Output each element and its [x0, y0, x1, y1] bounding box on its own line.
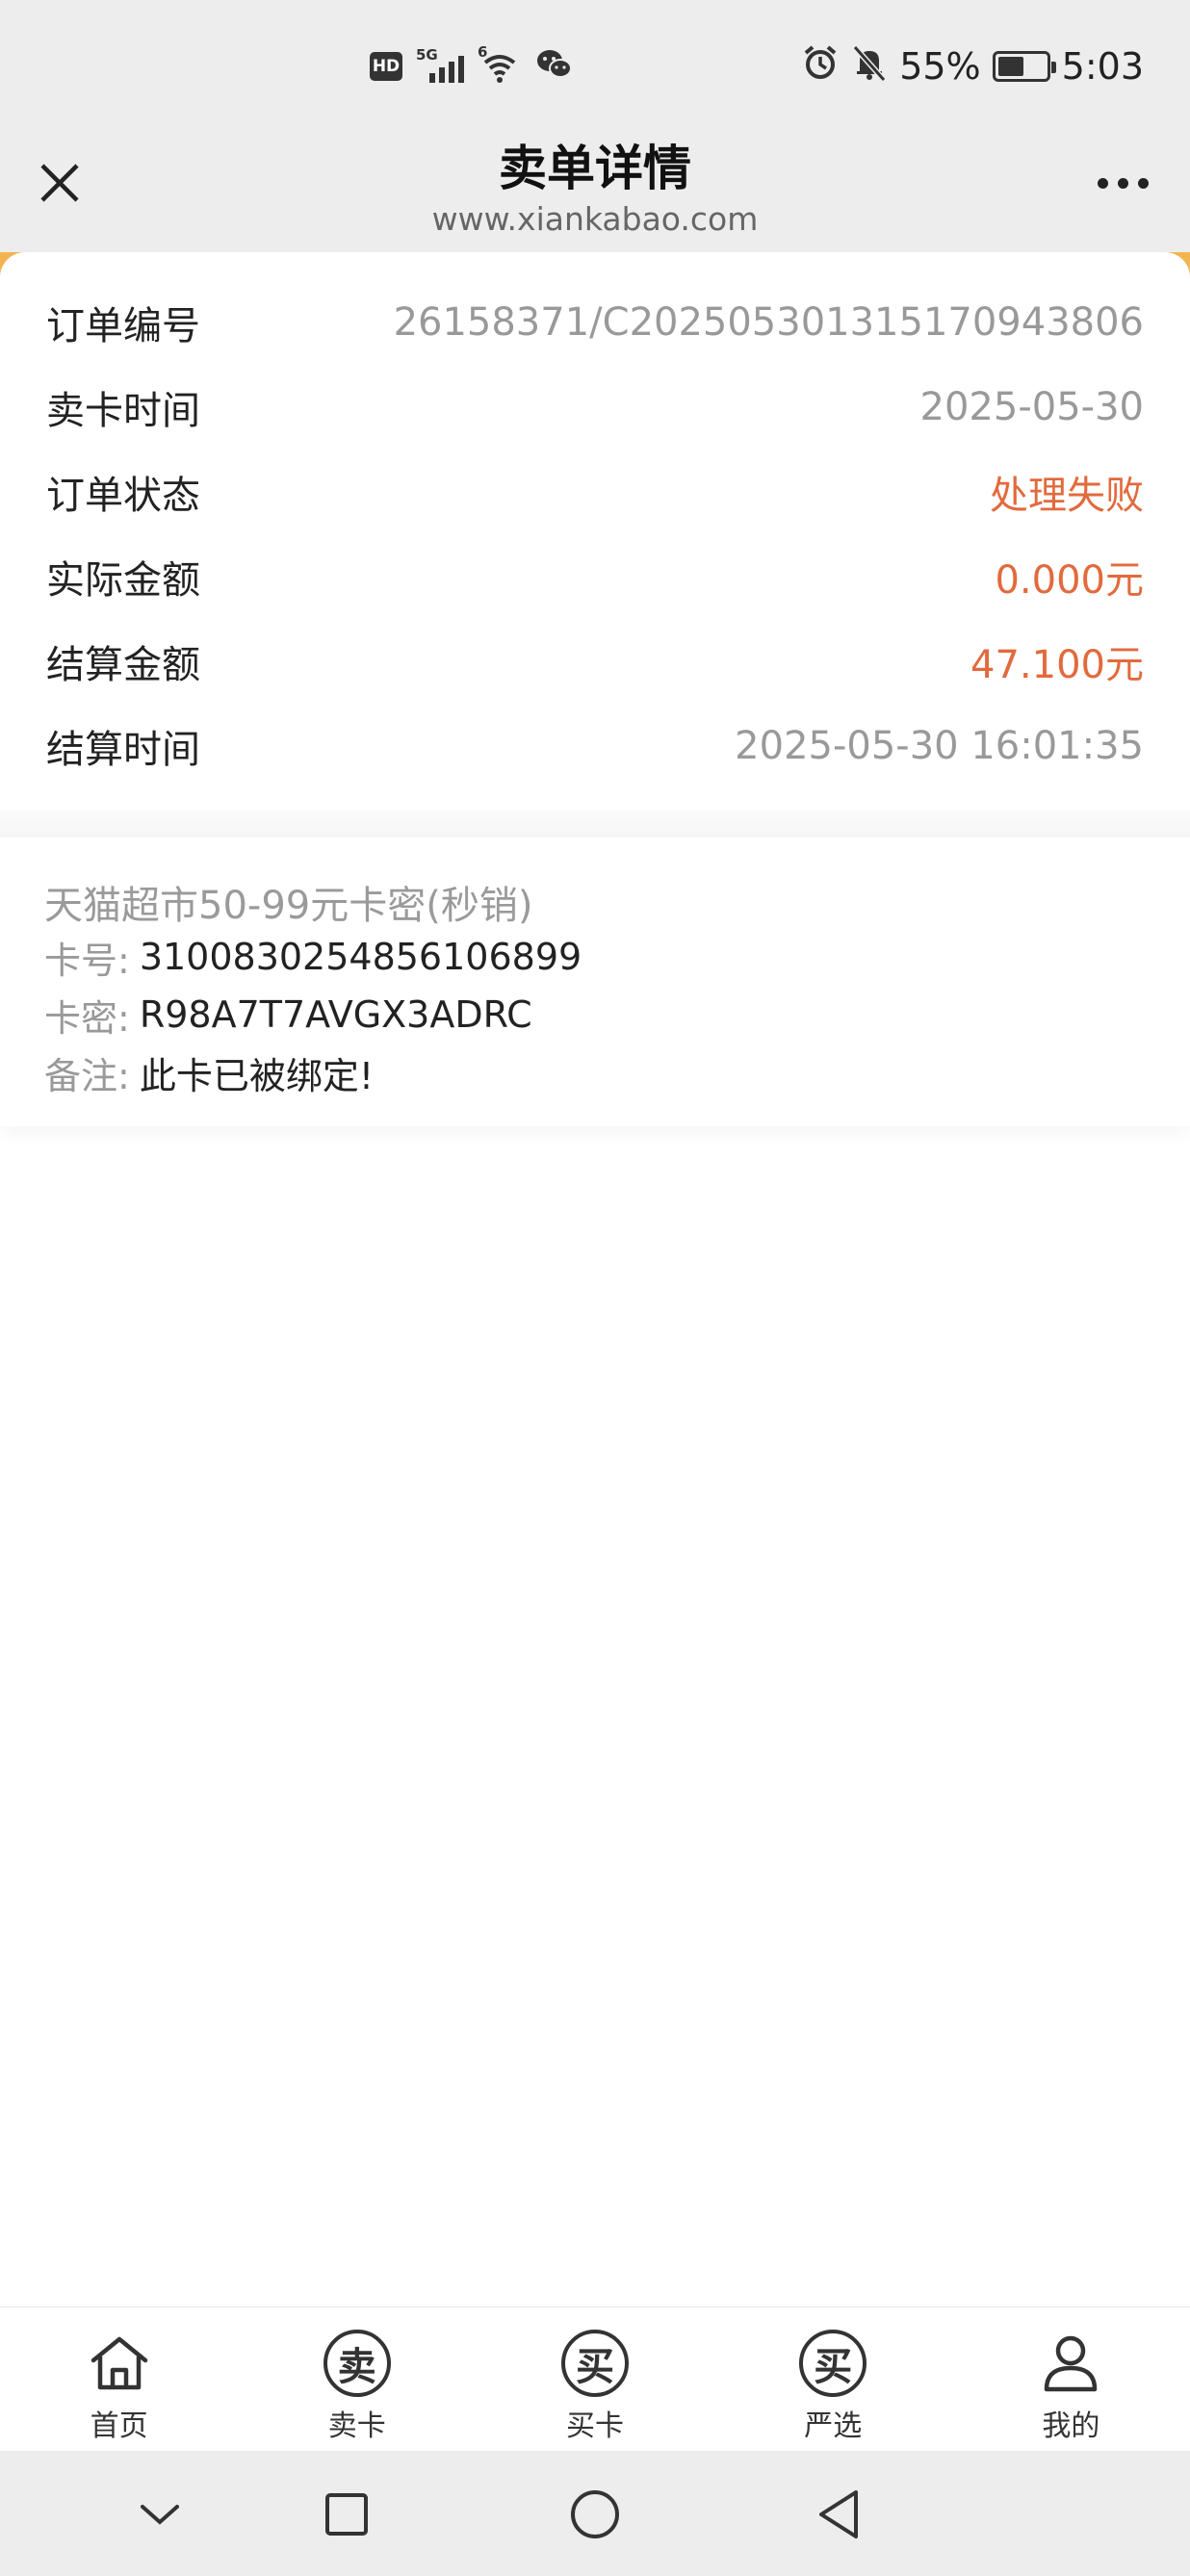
card-number-row: 卡号: 3100830254856106899 [44, 930, 582, 984]
tab-buy[interactable]: 买 买卡 [476, 2307, 713, 2451]
more-options-button[interactable] [1084, 152, 1161, 214]
settle-amount-label: 结算金额 [46, 643, 200, 687]
tab-home-label: 首页 [90, 2409, 148, 2443]
section-divider [0, 811, 1190, 837]
sell-time-value: 2025-05-30 [919, 385, 1144, 429]
tab-mine[interactable]: 我的 [952, 2307, 1190, 2451]
page-title: 卖单详情 [499, 141, 691, 196]
content-area: 订单编号 26158371/C2025053013151709438​06 卖卡… [0, 252, 1190, 2306]
page-header: 卖单详情 www.xiankabao.com [0, 135, 1190, 252]
circle-icon [571, 2490, 619, 2538]
nav-back-button[interactable] [809, 2484, 870, 2545]
system-nav-bar [0, 2451, 1190, 2576]
user-icon [1036, 2329, 1105, 2398]
tab-buy-label: 买卡 [566, 2409, 624, 2443]
settle-amount-row: 结算金额 47.100元 [46, 628, 1144, 695]
sell-time-row: 卖卡时间 2025-05-30 [46, 374, 1144, 441]
nav-recents-button[interactable] [316, 2484, 377, 2545]
home-icon [85, 2329, 154, 2398]
actual-amount-row: 实际金额 0.000元 [46, 543, 1144, 610]
select-icon: 买 [799, 2330, 867, 2397]
card-note-label: 备注: [44, 1054, 130, 1097]
tab-sell[interactable]: 卖 卖卡 [238, 2307, 476, 2451]
card-secret-row: 卡密: R98A7T7AVGX3ADRC [44, 988, 532, 1042]
order-status-value: 处理失败 [990, 474, 1144, 518]
card-info-section: 天猫超市50-99元卡密(秒销) 卡号: 3100830254856106899… [0, 837, 1190, 1126]
wifi-tag: 6 [478, 43, 488, 61]
battery-percent: 55% [899, 45, 981, 88]
tab-mine-label: 我的 [1042, 2409, 1100, 2443]
battery-icon [992, 51, 1056, 82]
square-icon [325, 2493, 368, 2536]
hd-badge: HD [370, 52, 402, 81]
actual-amount-value: 0.000元 [995, 558, 1144, 603]
screen: HD 5G 6 55% 5:03 卖单详情 www.xiankabao.com … [0, 0, 1190, 2576]
card-note-row: 备注: 此卡已被绑定! [44, 1045, 374, 1099]
order-number-row: 订单编号 26158371/C2025053013151709438​06 [46, 289, 1144, 356]
tab-home[interactable]: 首页 [0, 2307, 238, 2451]
buy-icon: 买 [561, 2330, 629, 2397]
page-url: www.xiankabao.com [431, 200, 759, 238]
actual-amount-label: 实际金额 [46, 558, 200, 603]
card-number-value[interactable]: 3100830254856106899 [140, 936, 582, 978]
card-number-label: 卡号: [44, 939, 130, 982]
sell-time-label: 卖卡时间 [46, 389, 200, 433]
nav-home-button[interactable] [564, 2484, 626, 2545]
settle-time-value: 2025-05-30 16:01:35 [735, 724, 1144, 768]
tab-select-label: 严选 [804, 2409, 863, 2443]
chevron-down-icon [141, 2505, 179, 2525]
cellular-signal-icon: 5G [416, 46, 464, 83]
alarm-icon [801, 43, 840, 90]
wechat-icon [535, 47, 574, 86]
more-icon [1097, 177, 1108, 189]
settle-time-row: 结算时间 2025-05-30 16:01:35 [46, 712, 1144, 780]
nav-down-button[interactable] [129, 2484, 191, 2545]
bottom-tab-bar: 首页 卖 卖卡 买 买卡 买 严选 我的 [0, 2306, 1190, 2451]
wifi-icon: 6 [478, 43, 522, 86]
order-status-row: 订单状态 处理失败 [46, 458, 1144, 526]
tab-select[interactable]: 买 严选 [714, 2307, 952, 2451]
settle-amount-value: 47.100元 [970, 643, 1144, 687]
status-bar: HD 5G 6 55% 5:03 [0, 0, 1190, 135]
tab-sell-label: 卖卡 [327, 2409, 386, 2443]
status-left-icons: HD 5G 6 [370, 42, 574, 90]
card-note-value: 此卡已被绑定! [139, 1054, 375, 1097]
sell-icon: 卖 [323, 2330, 391, 2397]
network-type: 5G [416, 46, 438, 64]
order-number-value: 26158371/C2025053013151709438​06 [393, 300, 1144, 345]
order-detail-card: 订单编号 26158371/C2025053013151709438​06 卖卡… [0, 252, 1190, 811]
order-status-label: 订单状态 [46, 474, 200, 518]
card-secret-label: 卡密: [44, 996, 130, 1040]
settle-time-label: 结算时间 [46, 728, 200, 772]
clock: 5:03 [1061, 45, 1144, 88]
mute-bell-icon [851, 43, 888, 90]
order-number-label: 订单编号 [46, 304, 200, 348]
card-secret-value[interactable]: R98A7T7AVGX3ADRC [140, 993, 532, 1036]
status-right-icons: 55% 5:03 [801, 42, 1144, 90]
back-triangle-icon [819, 2490, 858, 2538]
card-product-title: 天猫超市50-99元卡密(秒销) [44, 884, 533, 928]
